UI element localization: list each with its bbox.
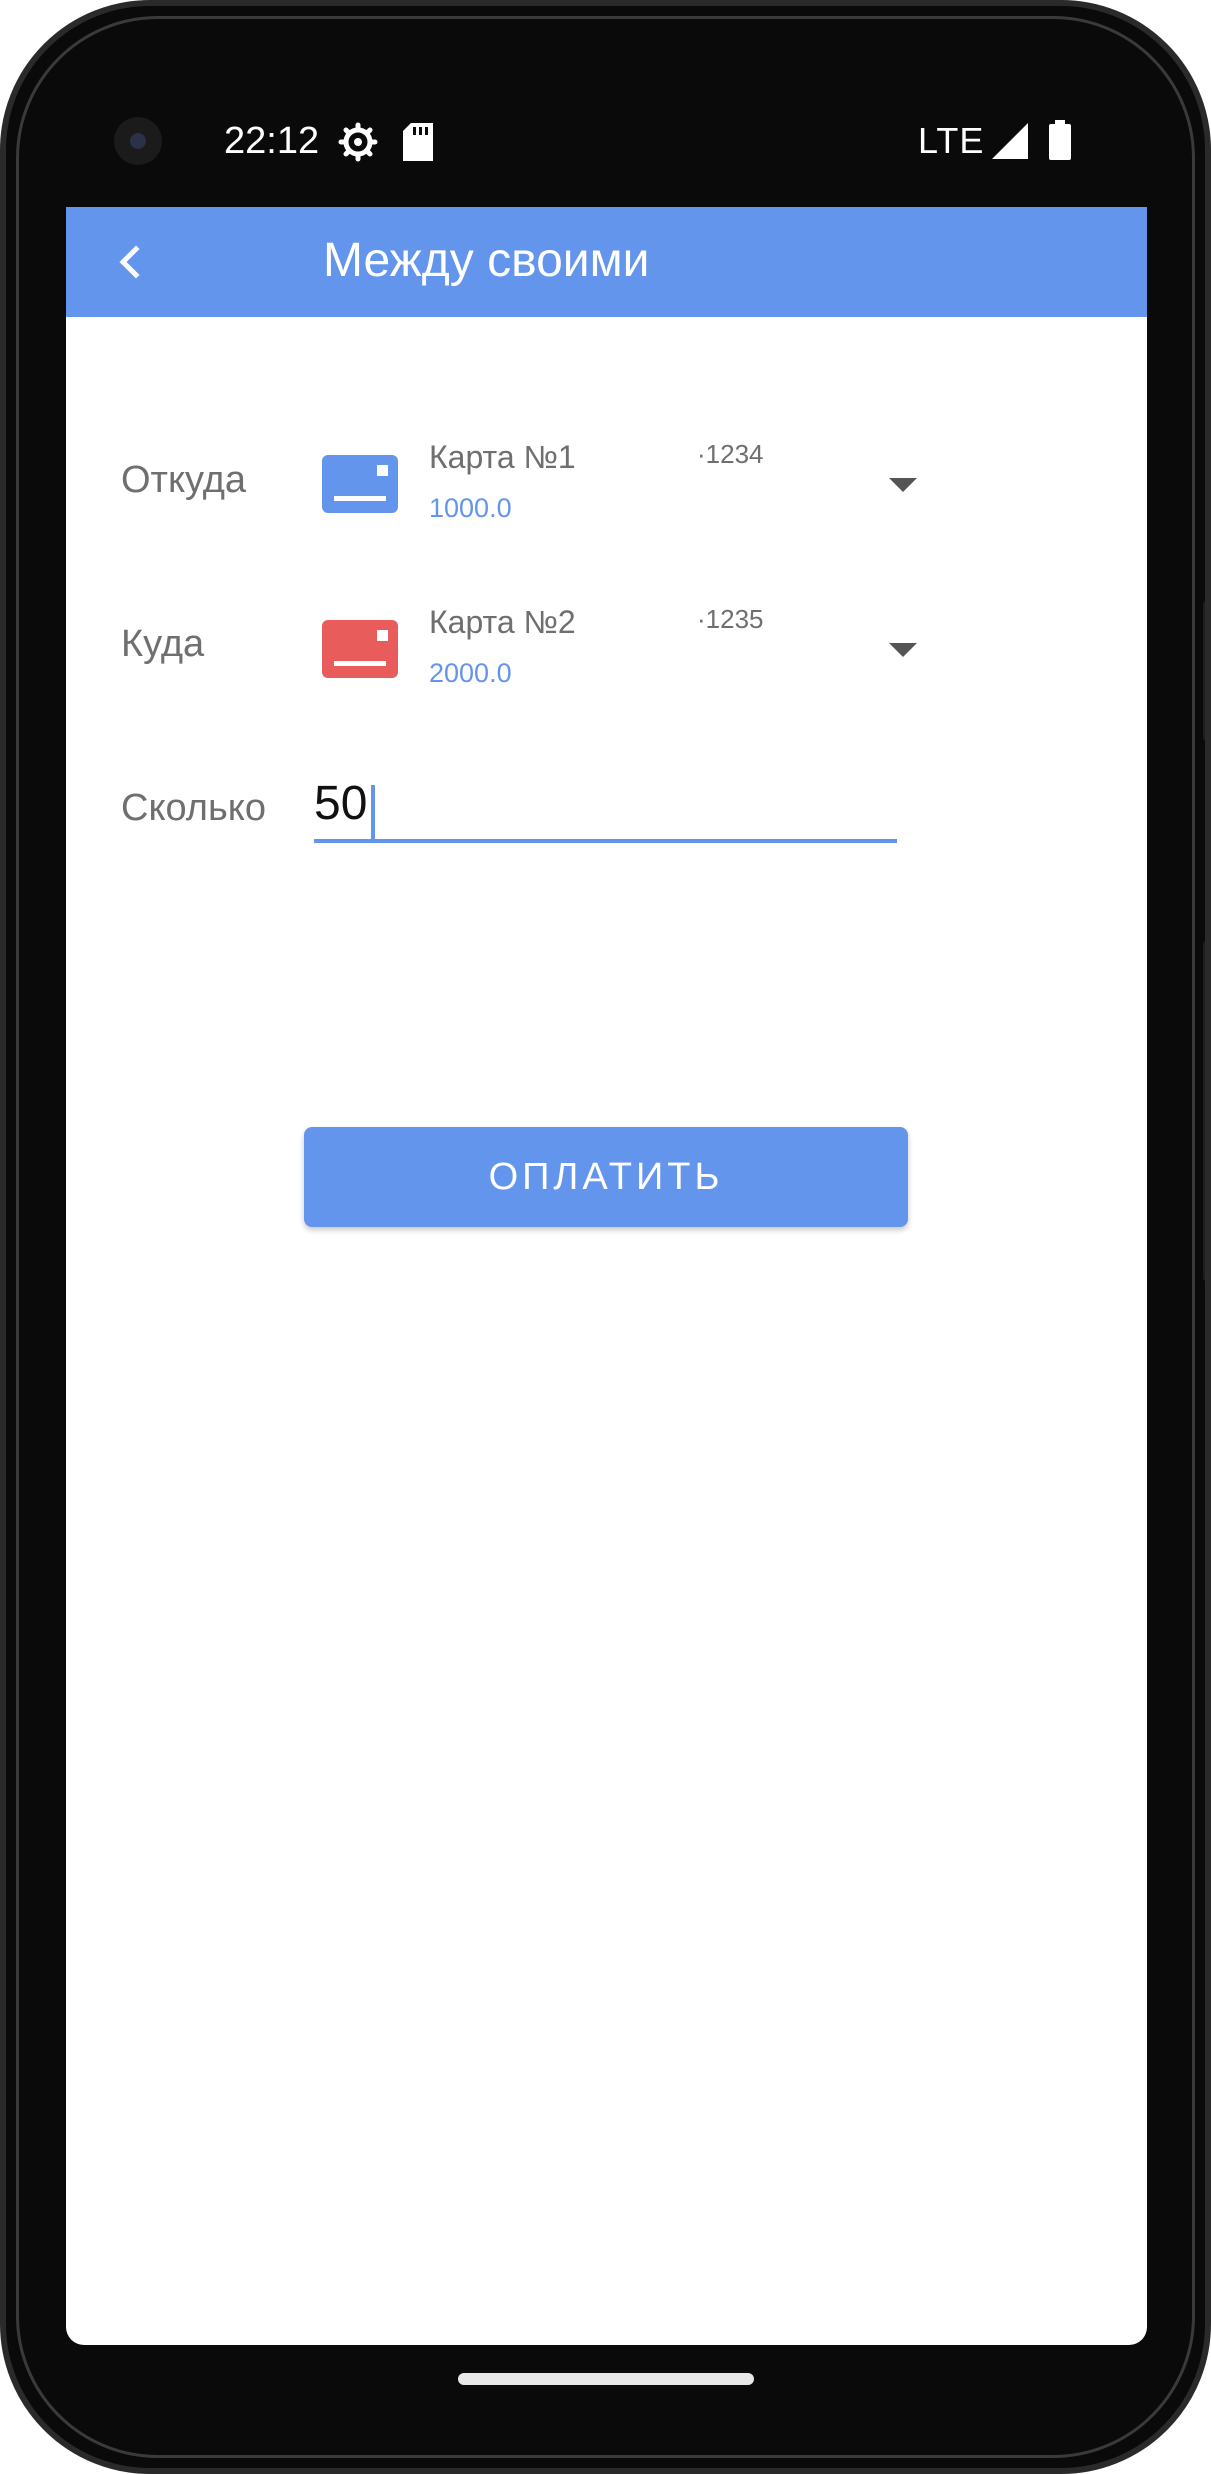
to-card-balance: 2000.0 [429,658,512,688]
from-card-selector[interactable]: Карта №1 1000.0 ·1234 [314,427,934,547]
app-screen: Между своими Откуда Карта №1 1000.0 ·123… [66,207,1147,2345]
chevron-left-icon [119,245,140,279]
front-camera [114,117,162,165]
card-icon [322,455,398,513]
phone-frame: 22:12 LTE Между своими Откуда Карта №1 1… [0,0,1211,2474]
page-title: Между своими [323,234,650,287]
amount-input[interactable] [314,767,897,843]
from-card-balance: 1000.0 [429,493,512,523]
chevron-down-icon [889,643,917,657]
card-icon [322,620,398,678]
battery-icon [1049,120,1071,165]
network-type: LTE [918,120,985,161]
settings-gear-icon [338,122,378,167]
to-card-number: ·1235 [697,604,764,634]
from-label: Откуда [121,459,247,501]
power-button [1203,601,1205,741]
to-card-selector[interactable]: Карта №2 2000.0 ·1235 [314,592,934,712]
from-card-name: Карта №1 [429,439,576,475]
back-button[interactable] [104,235,158,289]
amount-label: Сколько [121,787,266,829]
to-label: Куда [121,623,205,665]
status-time: 22:12 [224,120,320,162]
pay-button[interactable]: ОПЛАТИТЬ [304,1127,908,1227]
chevron-down-icon [889,478,917,492]
text-cursor [371,785,375,839]
sd-card-icon [403,123,433,166]
from-card-number: ·1234 [697,439,764,469]
volume-button [1203,941,1205,1281]
to-card-name: Карта №2 [429,604,576,640]
app-bar: Между своими [66,207,1147,317]
home-indicator[interactable] [458,2373,754,2385]
signal-icon [992,123,1028,164]
